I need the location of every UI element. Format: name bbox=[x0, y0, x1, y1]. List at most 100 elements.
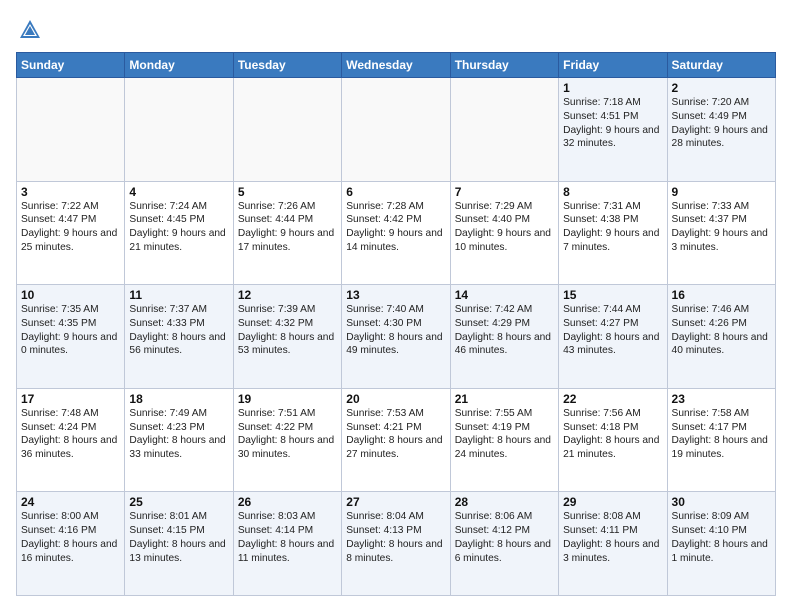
calendar-cell: 17Sunrise: 7:48 AM Sunset: 4:24 PM Dayli… bbox=[17, 388, 125, 492]
weekday-header-monday: Monday bbox=[125, 53, 233, 78]
day-number: 25 bbox=[129, 495, 228, 509]
calendar-week-row: 3Sunrise: 7:22 AM Sunset: 4:47 PM Daylig… bbox=[17, 181, 776, 285]
day-number: 24 bbox=[21, 495, 120, 509]
header bbox=[16, 16, 776, 44]
calendar-cell: 12Sunrise: 7:39 AM Sunset: 4:32 PM Dayli… bbox=[233, 285, 341, 389]
day-number: 5 bbox=[238, 185, 337, 199]
day-info: Sunrise: 7:48 AM Sunset: 4:24 PM Dayligh… bbox=[21, 407, 120, 462]
day-info: Sunrise: 7:46 AM Sunset: 4:26 PM Dayligh… bbox=[672, 303, 771, 358]
day-number: 2 bbox=[672, 81, 771, 95]
calendar-cell: 24Sunrise: 8:00 AM Sunset: 4:16 PM Dayli… bbox=[17, 492, 125, 596]
logo bbox=[16, 16, 48, 44]
calendar-cell: 25Sunrise: 8:01 AM Sunset: 4:15 PM Dayli… bbox=[125, 492, 233, 596]
calendar-cell: 2Sunrise: 7:20 AM Sunset: 4:49 PM Daylig… bbox=[667, 78, 775, 182]
calendar-cell: 6Sunrise: 7:28 AM Sunset: 4:42 PM Daylig… bbox=[342, 181, 450, 285]
day-number: 27 bbox=[346, 495, 445, 509]
calendar-cell: 11Sunrise: 7:37 AM Sunset: 4:33 PM Dayli… bbox=[125, 285, 233, 389]
day-info: Sunrise: 8:03 AM Sunset: 4:14 PM Dayligh… bbox=[238, 510, 337, 565]
calendar-cell: 16Sunrise: 7:46 AM Sunset: 4:26 PM Dayli… bbox=[667, 285, 775, 389]
day-info: Sunrise: 7:29 AM Sunset: 4:40 PM Dayligh… bbox=[455, 200, 554, 255]
day-info: Sunrise: 7:56 AM Sunset: 4:18 PM Dayligh… bbox=[563, 407, 662, 462]
calendar-cell: 19Sunrise: 7:51 AM Sunset: 4:22 PM Dayli… bbox=[233, 388, 341, 492]
weekday-header-friday: Friday bbox=[559, 53, 667, 78]
day-number: 9 bbox=[672, 185, 771, 199]
calendar-week-row: 1Sunrise: 7:18 AM Sunset: 4:51 PM Daylig… bbox=[17, 78, 776, 182]
calendar-cell: 20Sunrise: 7:53 AM Sunset: 4:21 PM Dayli… bbox=[342, 388, 450, 492]
day-number: 7 bbox=[455, 185, 554, 199]
day-number: 21 bbox=[455, 392, 554, 406]
day-info: Sunrise: 8:06 AM Sunset: 4:12 PM Dayligh… bbox=[455, 510, 554, 565]
calendar-week-row: 10Sunrise: 7:35 AM Sunset: 4:35 PM Dayli… bbox=[17, 285, 776, 389]
day-info: Sunrise: 7:53 AM Sunset: 4:21 PM Dayligh… bbox=[346, 407, 445, 462]
day-info: Sunrise: 7:51 AM Sunset: 4:22 PM Dayligh… bbox=[238, 407, 337, 462]
calendar-cell: 21Sunrise: 7:55 AM Sunset: 4:19 PM Dayli… bbox=[450, 388, 558, 492]
day-info: Sunrise: 7:33 AM Sunset: 4:37 PM Dayligh… bbox=[672, 200, 771, 255]
calendar-cell: 8Sunrise: 7:31 AM Sunset: 4:38 PM Daylig… bbox=[559, 181, 667, 285]
logo-icon bbox=[16, 16, 44, 44]
day-number: 1 bbox=[563, 81, 662, 95]
day-number: 20 bbox=[346, 392, 445, 406]
day-info: Sunrise: 7:18 AM Sunset: 4:51 PM Dayligh… bbox=[563, 96, 662, 151]
day-info: Sunrise: 7:26 AM Sunset: 4:44 PM Dayligh… bbox=[238, 200, 337, 255]
calendar-cell: 10Sunrise: 7:35 AM Sunset: 4:35 PM Dayli… bbox=[17, 285, 125, 389]
day-number: 30 bbox=[672, 495, 771, 509]
calendar-cell: 7Sunrise: 7:29 AM Sunset: 4:40 PM Daylig… bbox=[450, 181, 558, 285]
weekday-header-saturday: Saturday bbox=[667, 53, 775, 78]
day-number: 15 bbox=[563, 288, 662, 302]
calendar-cell: 18Sunrise: 7:49 AM Sunset: 4:23 PM Dayli… bbox=[125, 388, 233, 492]
day-number: 11 bbox=[129, 288, 228, 302]
day-number: 4 bbox=[129, 185, 228, 199]
day-number: 6 bbox=[346, 185, 445, 199]
day-info: Sunrise: 7:35 AM Sunset: 4:35 PM Dayligh… bbox=[21, 303, 120, 358]
day-info: Sunrise: 7:40 AM Sunset: 4:30 PM Dayligh… bbox=[346, 303, 445, 358]
calendar-cell bbox=[125, 78, 233, 182]
day-info: Sunrise: 8:01 AM Sunset: 4:15 PM Dayligh… bbox=[129, 510, 228, 565]
calendar-cell bbox=[450, 78, 558, 182]
day-number: 10 bbox=[21, 288, 120, 302]
day-info: Sunrise: 7:22 AM Sunset: 4:47 PM Dayligh… bbox=[21, 200, 120, 255]
calendar-table: SundayMondayTuesdayWednesdayThursdayFrid… bbox=[16, 52, 776, 596]
day-number: 19 bbox=[238, 392, 337, 406]
calendar-cell: 26Sunrise: 8:03 AM Sunset: 4:14 PM Dayli… bbox=[233, 492, 341, 596]
calendar-cell: 22Sunrise: 7:56 AM Sunset: 4:18 PM Dayli… bbox=[559, 388, 667, 492]
day-number: 26 bbox=[238, 495, 337, 509]
calendar-cell: 9Sunrise: 7:33 AM Sunset: 4:37 PM Daylig… bbox=[667, 181, 775, 285]
day-info: Sunrise: 8:09 AM Sunset: 4:10 PM Dayligh… bbox=[672, 510, 771, 565]
calendar-cell: 5Sunrise: 7:26 AM Sunset: 4:44 PM Daylig… bbox=[233, 181, 341, 285]
calendar-cell: 13Sunrise: 7:40 AM Sunset: 4:30 PM Dayli… bbox=[342, 285, 450, 389]
day-info: Sunrise: 7:20 AM Sunset: 4:49 PM Dayligh… bbox=[672, 96, 771, 151]
calendar-week-row: 17Sunrise: 7:48 AM Sunset: 4:24 PM Dayli… bbox=[17, 388, 776, 492]
calendar-cell: 30Sunrise: 8:09 AM Sunset: 4:10 PM Dayli… bbox=[667, 492, 775, 596]
day-number: 12 bbox=[238, 288, 337, 302]
day-info: Sunrise: 8:04 AM Sunset: 4:13 PM Dayligh… bbox=[346, 510, 445, 565]
day-number: 3 bbox=[21, 185, 120, 199]
calendar-cell: 14Sunrise: 7:42 AM Sunset: 4:29 PM Dayli… bbox=[450, 285, 558, 389]
weekday-header-thursday: Thursday bbox=[450, 53, 558, 78]
day-info: Sunrise: 7:44 AM Sunset: 4:27 PM Dayligh… bbox=[563, 303, 662, 358]
day-info: Sunrise: 7:49 AM Sunset: 4:23 PM Dayligh… bbox=[129, 407, 228, 462]
day-number: 16 bbox=[672, 288, 771, 302]
calendar-cell: 27Sunrise: 8:04 AM Sunset: 4:13 PM Dayli… bbox=[342, 492, 450, 596]
calendar-cell: 1Sunrise: 7:18 AM Sunset: 4:51 PM Daylig… bbox=[559, 78, 667, 182]
day-number: 28 bbox=[455, 495, 554, 509]
day-number: 29 bbox=[563, 495, 662, 509]
day-info: Sunrise: 8:00 AM Sunset: 4:16 PM Dayligh… bbox=[21, 510, 120, 565]
day-info: Sunrise: 7:55 AM Sunset: 4:19 PM Dayligh… bbox=[455, 407, 554, 462]
page: SundayMondayTuesdayWednesdayThursdayFrid… bbox=[0, 0, 792, 612]
day-number: 13 bbox=[346, 288, 445, 302]
day-info: Sunrise: 7:24 AM Sunset: 4:45 PM Dayligh… bbox=[129, 200, 228, 255]
calendar-cell: 29Sunrise: 8:08 AM Sunset: 4:11 PM Dayli… bbox=[559, 492, 667, 596]
weekday-header-wednesday: Wednesday bbox=[342, 53, 450, 78]
weekday-header-row: SundayMondayTuesdayWednesdayThursdayFrid… bbox=[17, 53, 776, 78]
day-number: 22 bbox=[563, 392, 662, 406]
day-number: 17 bbox=[21, 392, 120, 406]
day-info: Sunrise: 7:39 AM Sunset: 4:32 PM Dayligh… bbox=[238, 303, 337, 358]
calendar-cell: 15Sunrise: 7:44 AM Sunset: 4:27 PM Dayli… bbox=[559, 285, 667, 389]
day-number: 23 bbox=[672, 392, 771, 406]
calendar-cell: 23Sunrise: 7:58 AM Sunset: 4:17 PM Dayli… bbox=[667, 388, 775, 492]
day-info: Sunrise: 7:42 AM Sunset: 4:29 PM Dayligh… bbox=[455, 303, 554, 358]
calendar-cell bbox=[233, 78, 341, 182]
calendar-cell: 4Sunrise: 7:24 AM Sunset: 4:45 PM Daylig… bbox=[125, 181, 233, 285]
day-info: Sunrise: 8:08 AM Sunset: 4:11 PM Dayligh… bbox=[563, 510, 662, 565]
calendar-week-row: 24Sunrise: 8:00 AM Sunset: 4:16 PM Dayli… bbox=[17, 492, 776, 596]
